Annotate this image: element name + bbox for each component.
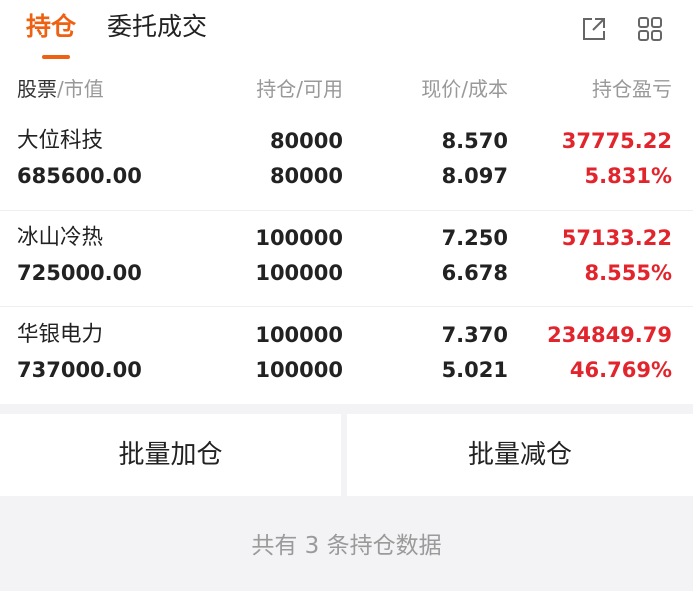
- header-pnl[interactable]: 持仓盈亏: [592, 72, 672, 106]
- market-value: 725000.00: [17, 261, 142, 285]
- header-market-value: /市值: [57, 77, 104, 101]
- tab-bar: 持仓 委托成交: [0, 0, 693, 62]
- stock-name: 华银电力: [17, 322, 104, 347]
- current-price: 7.370: [441, 323, 508, 347]
- pnl-percent: 5.831%: [584, 164, 672, 188]
- active-tab-indicator: [42, 55, 70, 59]
- header-price[interactable]: 现价/成本: [421, 72, 508, 106]
- position-pnl: 37775.22: [561, 129, 672, 153]
- current-price: 8.570: [441, 129, 508, 153]
- market-value: 737000.00: [17, 358, 142, 382]
- position-row[interactable]: 冰山冷热 725000.00 100000 100000 7.250 6.678…: [0, 211, 693, 307]
- position-row[interactable]: 大位科技 685600.00 80000 80000 8.570 8.097 3…: [0, 114, 693, 210]
- stock-name: 大位科技: [17, 128, 104, 153]
- market-value: 685600.00: [17, 164, 142, 188]
- position-pnl: 57133.22: [561, 226, 672, 250]
- header-position[interactable]: 持仓/可用: [256, 72, 343, 106]
- grid-icon[interactable]: [637, 16, 663, 42]
- header-stock-market-value[interactable]: 股票/市值: [17, 72, 104, 106]
- stock-name: 冰山冷热: [17, 225, 104, 250]
- position-qty: 100000: [255, 226, 343, 250]
- position-qty: 100000: [255, 323, 343, 347]
- position-pnl: 234849.79: [547, 323, 672, 347]
- batch-reduce-button[interactable]: 批量减仓: [347, 414, 693, 496]
- pnl-percent: 8.555%: [584, 261, 672, 285]
- available-qty: 100000: [255, 358, 343, 382]
- column-header: 股票/市值 持仓/可用 现价/成本 持仓盈亏: [0, 72, 693, 106]
- position-qty: 80000: [269, 129, 343, 153]
- current-price: 7.250: [441, 226, 508, 250]
- cost-price: 6.678: [441, 261, 508, 285]
- tab-orders-trades[interactable]: 委托成交: [107, 10, 207, 44]
- tab-positions[interactable]: 持仓: [26, 10, 76, 44]
- cost-price: 8.097: [441, 164, 508, 188]
- batch-add-button[interactable]: 批量加仓: [0, 414, 341, 496]
- available-qty: 80000: [269, 164, 343, 188]
- positions-count-text: 共有 3 条持仓数据: [251, 533, 442, 559]
- available-qty: 100000: [255, 261, 343, 285]
- share-icon[interactable]: [581, 16, 607, 42]
- cost-price: 5.021: [441, 358, 508, 382]
- header-stock: 股票: [17, 77, 57, 101]
- row-divider: [0, 306, 693, 307]
- position-row[interactable]: 华银电力 737000.00 100000 100000 7.370 5.021…: [0, 308, 693, 404]
- pnl-percent: 46.769%: [569, 358, 672, 382]
